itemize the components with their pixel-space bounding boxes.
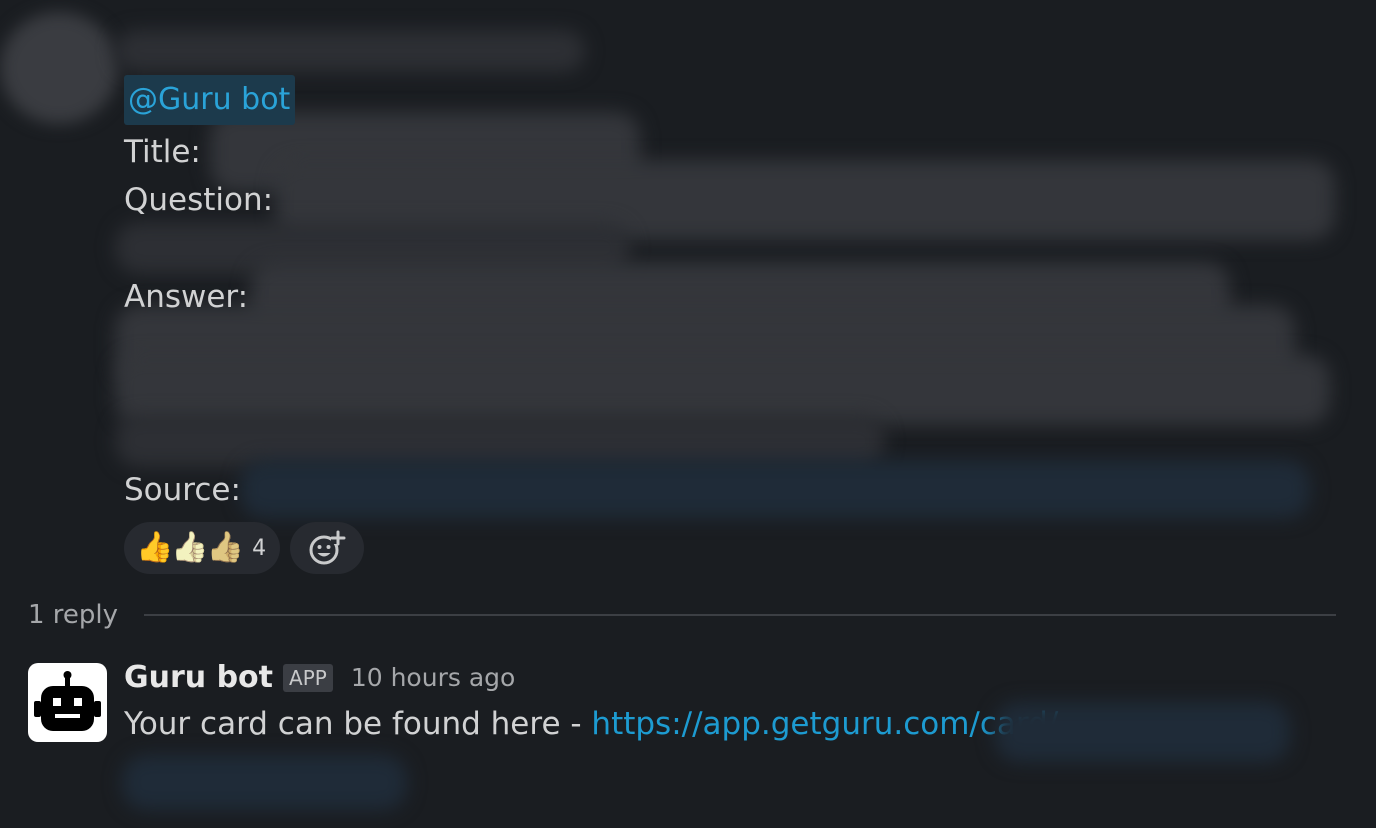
reply-header: Guru bot APP 10 hours ago <box>124 660 515 695</box>
add-reaction-button[interactable] <box>290 522 365 574</box>
answer-label: Answer: <box>124 279 249 315</box>
reply-timestamp[interactable]: 10 hours ago <box>351 663 515 692</box>
redacted-card-link-tail-line2[interactable] <box>122 755 407 810</box>
redacted-card-link-tail[interactable] <box>995 702 1290 762</box>
divider-line <box>144 614 1336 616</box>
slack-thread-view: @Guru bot Title: Question: Answer: Sourc… <box>0 0 1376 828</box>
add-reaction-icon <box>309 530 346 565</box>
thread-reply-divider: 1 reply <box>28 600 1336 630</box>
question-label: Question: <box>124 182 274 218</box>
thumbs-up-reaction[interactable]: 👍 👍 👍 4 <box>124 522 281 574</box>
guru-bot-avatar[interactable] <box>28 663 107 742</box>
reply-author-name[interactable]: Guru bot <box>124 660 273 695</box>
reactions-bar: 👍 👍 👍 4 <box>124 522 365 574</box>
reply-message: Your card can be found here - https://ap… <box>124 706 1058 742</box>
card-link[interactable]: https://app.getguru.com/card/ <box>591 706 1058 742</box>
redacted-author-name[interactable] <box>115 30 585 72</box>
redacted-author-avatar[interactable] <box>0 12 118 124</box>
reply-count[interactable]: 1 reply <box>28 600 118 630</box>
guru-bot-mention[interactable]: @Guru bot <box>124 75 296 125</box>
thumbs-up-light-skin-icon: 👍 <box>171 530 209 565</box>
redacted-source-link[interactable] <box>240 460 1310 518</box>
title-label: Title: <box>124 134 201 170</box>
robot-icon <box>34 671 101 731</box>
thumbs-up-medium-skin-icon: 👍 <box>206 530 245 565</box>
reaction-count: 4 <box>252 535 267 561</box>
thumbs-up-icon: 👍 <box>136 530 174 565</box>
source-label: Source: <box>124 472 241 508</box>
app-badge: APP <box>283 663 333 692</box>
reply-text: Your card can be found here - <box>124 706 592 742</box>
